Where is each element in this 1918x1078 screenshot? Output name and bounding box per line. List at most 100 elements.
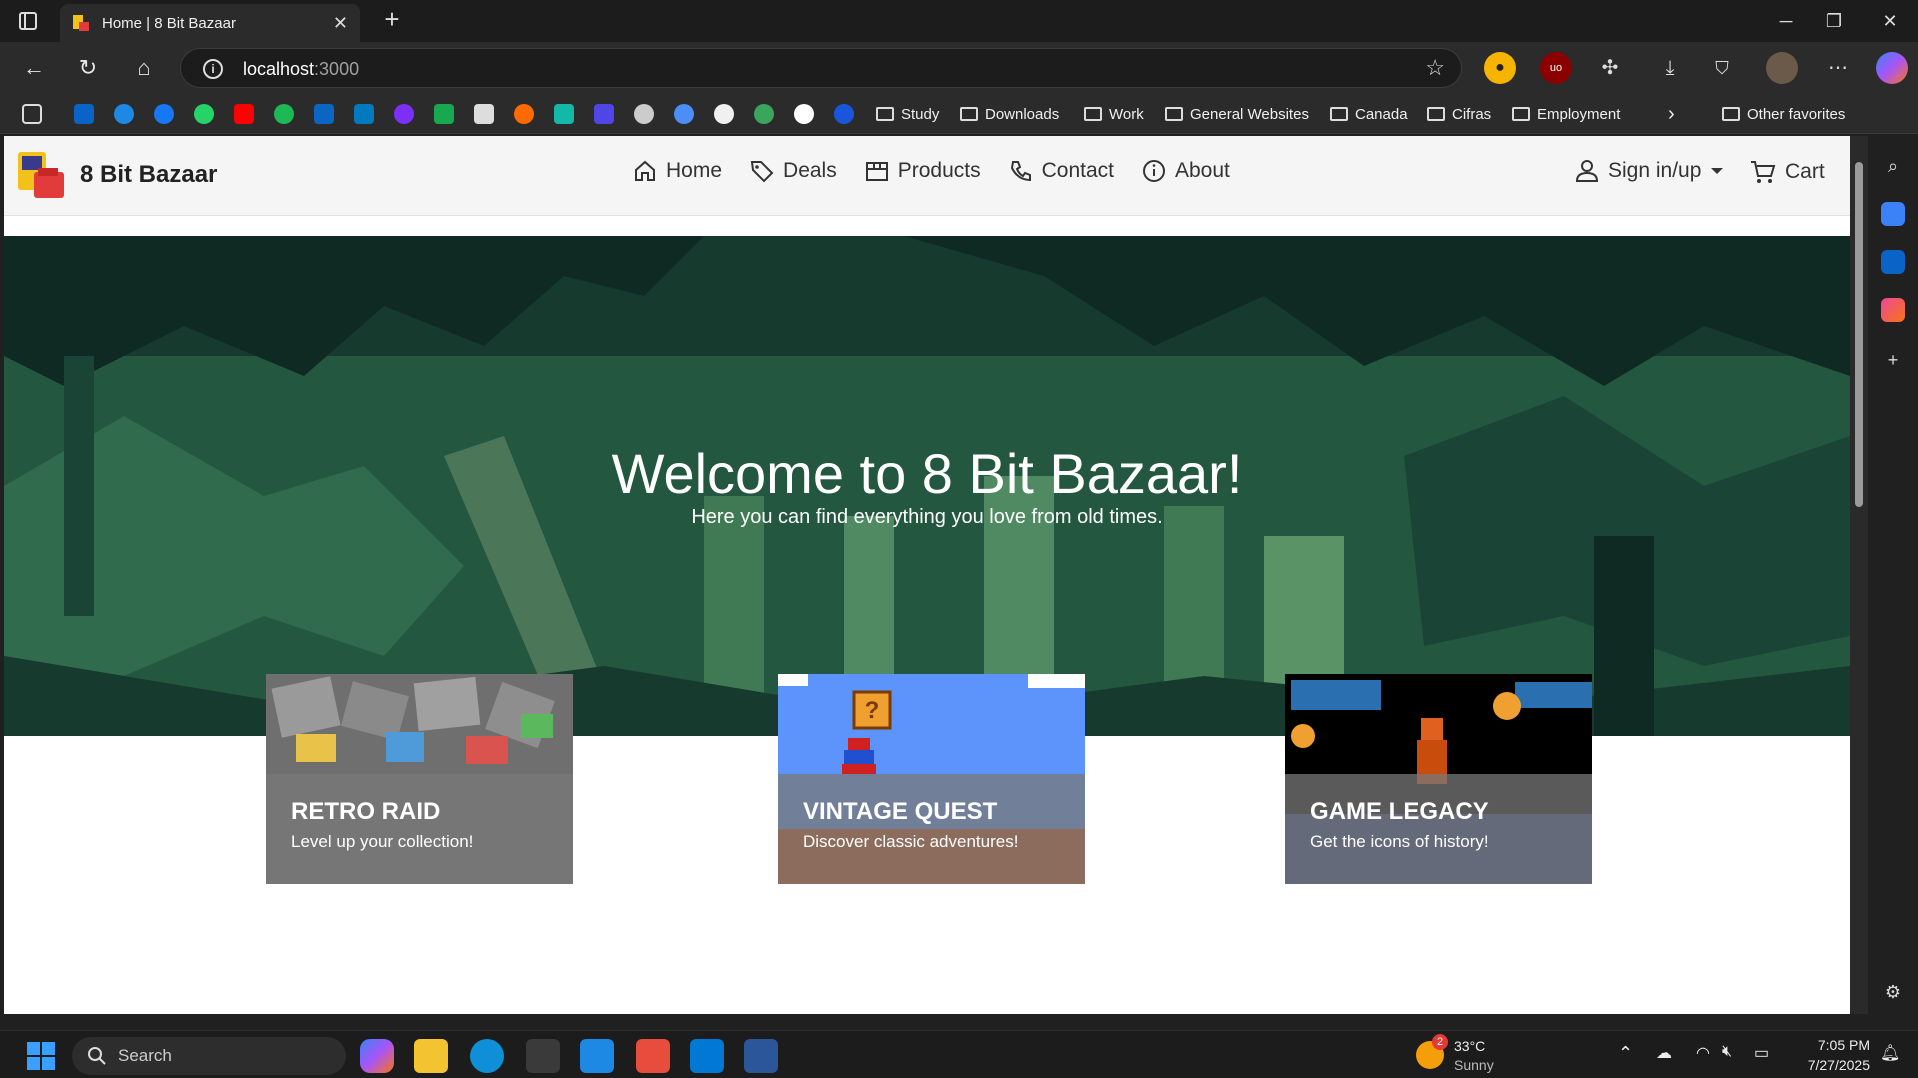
vscode-icon[interactable] — [690, 1039, 724, 1073]
restore-button[interactable]: ❐ — [1806, 0, 1862, 42]
nav-contact[interactable]: Contact — [1008, 158, 1114, 184]
signin-dropdown[interactable]: Sign in/up — [1574, 158, 1727, 184]
new-tab-button[interactable]: + — [378, 6, 406, 34]
shopping-tag-icon[interactable] — [1881, 202, 1905, 226]
media-bookmark-icon[interactable] — [474, 104, 494, 124]
orange-bookmark-icon[interactable] — [514, 104, 534, 124]
calculator-icon[interactable] — [526, 1039, 560, 1073]
tray-overflow-chevron-icon[interactable]: ⌃ — [1618, 1043, 1633, 1064]
folder-icon — [876, 107, 894, 121]
youtube-bookmark-icon[interactable] — [234, 104, 254, 124]
bookmark-folder-employment[interactable]: Employment — [1512, 102, 1620, 126]
onedrive-bookmark-icon[interactable] — [114, 104, 134, 124]
bookmark-icon[interactable] — [22, 104, 42, 124]
promo-card-retro-raid[interactable]: RETRO RAID Level up your collection! — [266, 674, 573, 884]
back-button[interactable]: ← — [18, 52, 50, 84]
start-button[interactable] — [24, 1039, 58, 1073]
whatsapp-bookmark-icon[interactable] — [194, 104, 214, 124]
nav-home[interactable]: Home — [632, 158, 722, 184]
copilot-app-icon[interactable] — [360, 1039, 394, 1073]
address-bar[interactable]: i localhost:3000 ☆ — [180, 48, 1462, 88]
c-bookmark-icon[interactable] — [834, 104, 854, 124]
refresh-button[interactable]: ↻ — [72, 52, 104, 84]
browser-essentials-icon[interactable]: ⛉ — [1706, 52, 1738, 84]
nav-about[interactable]: About — [1141, 158, 1230, 184]
green-bookmark-icon[interactable] — [434, 104, 454, 124]
git-app-icon[interactable] — [636, 1039, 670, 1073]
bookmark-folder-canada[interactable]: Canada — [1330, 102, 1408, 126]
promo-card-game-legacy[interactable]: GAME LEGACY Get the icons of history! — [1285, 674, 1592, 884]
promo-card-vintage-quest[interactable]: ? VINTAGE QUEST Discover classic adventu… — [778, 674, 1085, 884]
word-icon[interactable] — [744, 1039, 778, 1073]
extension-icon[interactable]: ● — [1484, 52, 1516, 84]
linkedin-bookmark-icon[interactable] — [314, 104, 334, 124]
facebook-bookmark-icon[interactable] — [154, 104, 174, 124]
bookmark-folder-downloads[interactable]: Downloads — [960, 102, 1059, 126]
cart-link[interactable]: Cart — [1749, 158, 1825, 186]
scrollbar-thumb[interactable] — [1855, 162, 1863, 507]
user-icon — [1575, 160, 1599, 182]
card-caption: RETRO RAID Level up your collection! — [266, 774, 573, 884]
file-explorer-icon[interactable] — [414, 1039, 448, 1073]
main-nav: Home Deals Products Contact About — [632, 158, 1257, 184]
taskbar-search[interactable]: Search — [72, 1037, 346, 1075]
favorite-star-icon[interactable]: ☆ — [1425, 55, 1445, 81]
bookmarks-overflow-chevron-icon[interactable]: › — [1668, 102, 1675, 126]
openai-bookmark-icon[interactable] — [634, 104, 654, 124]
page-scrollbar[interactable] — [1850, 136, 1868, 1014]
nav-products[interactable]: Products — [864, 158, 981, 184]
nav-deals[interactable]: Deals — [749, 158, 837, 184]
site-info-icon[interactable]: i — [203, 59, 223, 79]
wifi-icon[interactable]: ◠ — [1696, 1043, 1710, 1063]
android-bookmark-icon[interactable] — [754, 104, 774, 124]
close-window-button[interactable]: ✕ — [1862, 0, 1918, 42]
home-button[interactable]: ⌂ — [128, 52, 160, 84]
clock-date[interactable]: 7/27/2025 — [1790, 1057, 1870, 1073]
bookmark-folder-work[interactable]: Work — [1084, 102, 1144, 126]
card-text: Discover classic adventures! — [803, 832, 1019, 851]
clock-time[interactable]: 7:05 PM — [1790, 1037, 1870, 1053]
info-icon — [1142, 160, 1165, 182]
ublock-icon[interactable]: uo — [1540, 52, 1572, 84]
card-text: Level up your collection! — [291, 832, 474, 851]
bookmark-folder-cifras[interactable]: Cifras — [1427, 102, 1491, 126]
outlook-icon[interactable] — [1881, 250, 1905, 274]
sidebar-settings-gear-icon[interactable]: ⚙ — [1881, 980, 1905, 1004]
gemini-bookmark-icon[interactable] — [674, 104, 694, 124]
site-favicon-icon — [73, 15, 89, 31]
other-favorites-folder[interactable]: Other favorites — [1722, 102, 1845, 126]
volume-muted-icon[interactable]: 🔇︎ — [1722, 1043, 1732, 1061]
brand-name: 8 Bit Bazaar — [80, 161, 218, 188]
downloads-icon[interactable]: ⤓ — [1654, 52, 1686, 84]
close-tab-icon[interactable]: ✕ — [333, 13, 348, 34]
profile-avatar[interactable] — [1766, 52, 1798, 84]
bookmark-folder-general-websites[interactable]: General Websites — [1165, 102, 1309, 126]
office-icon[interactable] — [1881, 298, 1905, 322]
spotify-bookmark-icon[interactable] — [274, 104, 294, 124]
tab-strip: Home | 8 Bit Bazaar ✕ + ─ ❐ ✕ — [0, 0, 1918, 42]
extension-bookmark-icon[interactable] — [394, 104, 414, 124]
search-icon[interactable]: ⌕ — [1881, 154, 1905, 178]
vuetify-bookmark-icon[interactable] — [554, 104, 574, 124]
github-bookmark-icon[interactable] — [714, 104, 734, 124]
brand-logo-icon — [18, 152, 64, 198]
notifications-bell-icon[interactable]: 🔔︎ — [1880, 1043, 1900, 1063]
outlook-bookmark-icon[interactable] — [74, 104, 94, 124]
battery-icon[interactable]: ▭ — [1754, 1043, 1769, 1063]
bookmark-folder-study[interactable]: Study — [876, 102, 939, 126]
active-tab[interactable]: Home | 8 Bit Bazaar ✕ — [60, 4, 360, 42]
blue-bookmark-icon[interactable] — [594, 104, 614, 124]
folder-icon — [1722, 107, 1740, 121]
tab-actions-icon[interactable] — [14, 8, 42, 34]
google-bookmark-icon[interactable] — [794, 104, 814, 124]
edge-app-icon[interactable] — [470, 1039, 504, 1073]
more-menu-icon[interactable]: ⋯ — [1822, 52, 1854, 84]
brand[interactable]: 8 Bit Bazaar — [16, 150, 217, 200]
notepad-icon[interactable] — [580, 1039, 614, 1073]
trello-bookmark-icon[interactable] — [354, 104, 374, 124]
folder-icon — [1084, 107, 1102, 121]
extensions-puzzle-icon[interactable]: ✣ — [1594, 52, 1626, 84]
copilot-icon[interactable] — [1876, 52, 1908, 84]
onedrive-tray-icon[interactable]: ☁ — [1656, 1043, 1672, 1063]
add-sidebar-app-icon[interactable]: + — [1881, 348, 1905, 372]
